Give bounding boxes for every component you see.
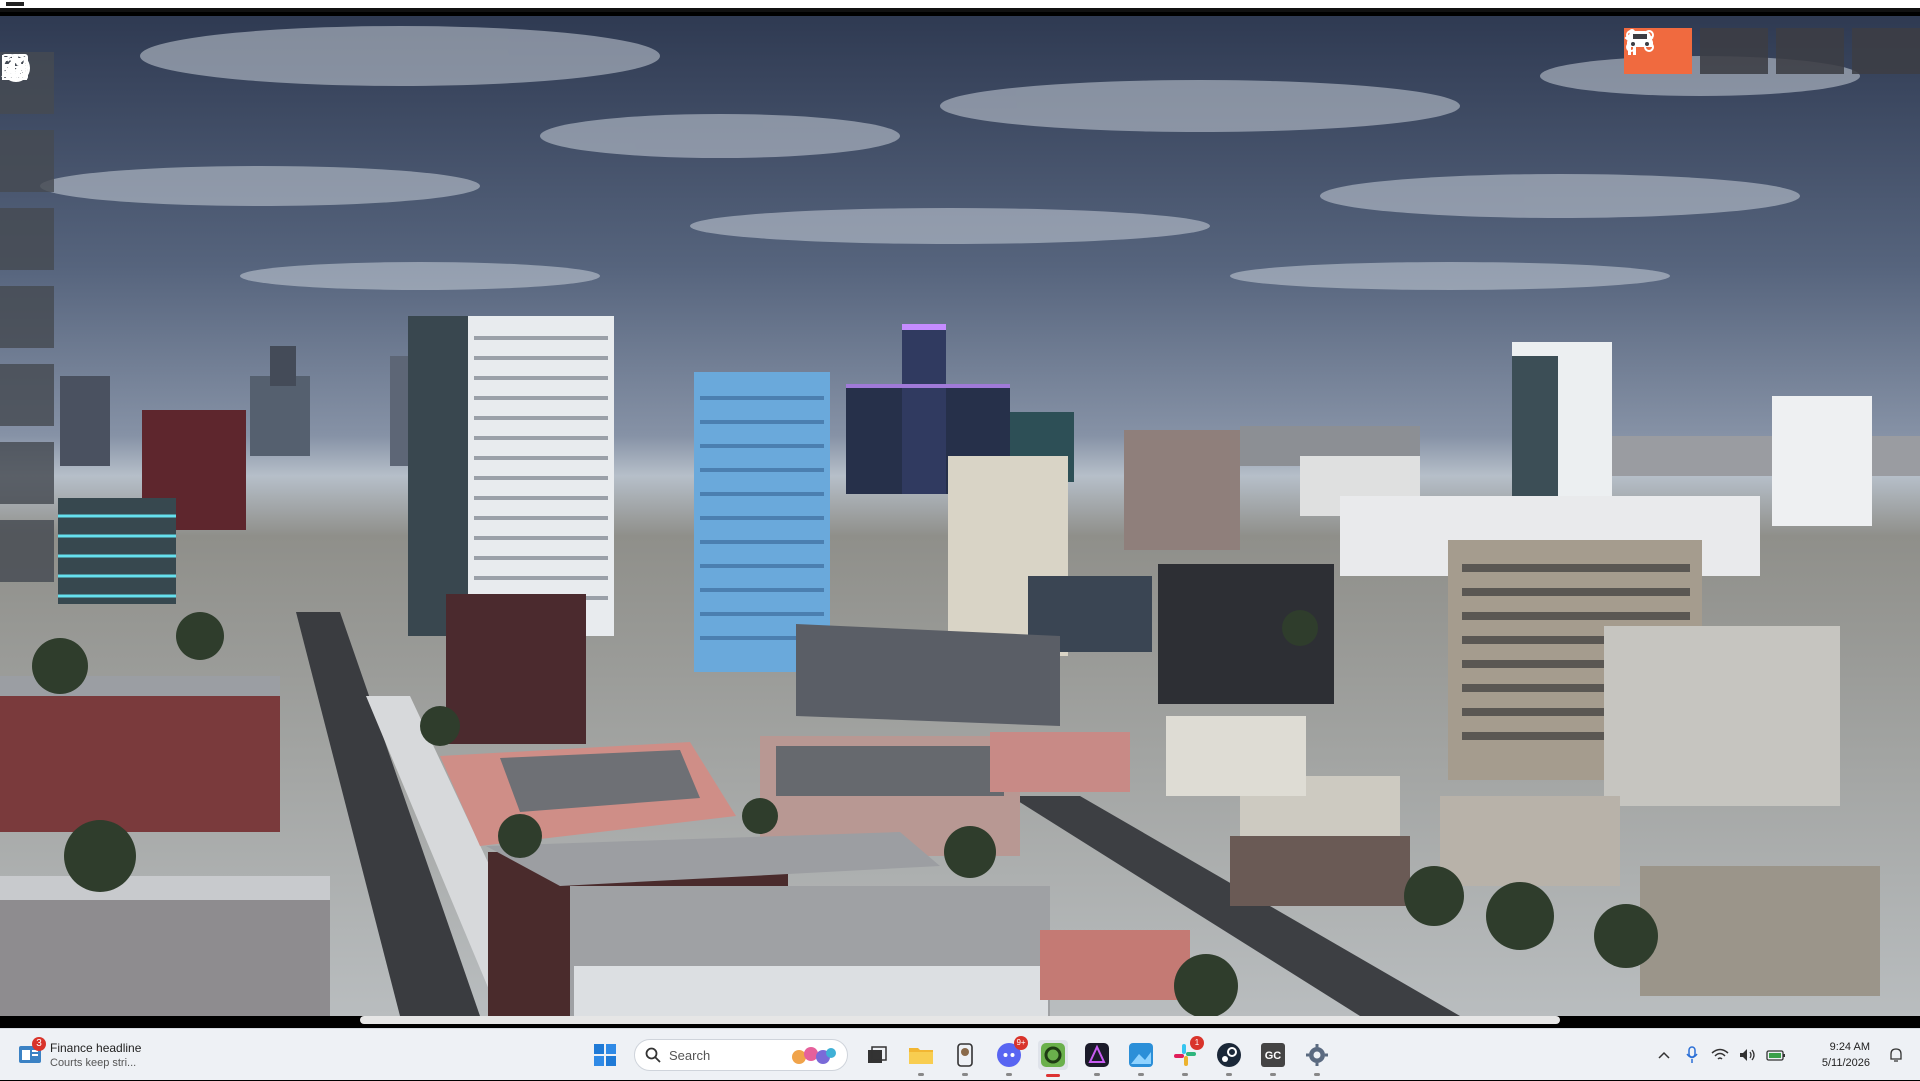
- window-top-strip: [0, 0, 1920, 12]
- affinity-icon: [1085, 1043, 1109, 1067]
- settings-icon: [1306, 1044, 1328, 1066]
- taskbar-app-active-ring[interactable]: [1038, 1040, 1068, 1077]
- notification-bell-icon: [1890, 1048, 1902, 1062]
- running-indicator: [1314, 1073, 1320, 1076]
- volume-icon: [1740, 1049, 1755, 1061]
- window-menu-mark: [6, 2, 24, 6]
- running-indicator: [962, 1073, 968, 1076]
- car-mode-button[interactable]: [1627, 28, 1920, 74]
- clock-date: 5/11/2026: [1821, 1057, 1870, 1069]
- news-headline: Finance headline: [50, 1041, 142, 1055]
- phone-link-icon: [957, 1043, 973, 1067]
- terrain-brush-button[interactable]: [0, 55, 54, 348]
- running-indicator: [1182, 1073, 1188, 1076]
- task-view-button[interactable]: [862, 1040, 892, 1070]
- running-indicator: [1270, 1073, 1276, 1076]
- battery-button[interactable]: [1764, 1043, 1788, 1067]
- windows-logo-icon: [594, 1044, 616, 1066]
- news-badge: 3: [32, 1037, 46, 1051]
- city-3d-viewport[interactable]: [0, 16, 1920, 1016]
- tool-rail: [0, 52, 54, 598]
- system-tray: 9:24 AM 5/11/2026: [1650, 1029, 1920, 1081]
- view-mode-button[interactable]: [1624, 28, 1768, 74]
- start-button[interactable]: [590, 1040, 620, 1070]
- volume-button[interactable]: [1736, 1043, 1760, 1067]
- show-hidden-icons-button[interactable]: [1652, 1043, 1676, 1067]
- running-indicator: [1138, 1073, 1144, 1076]
- news-subtitle: Courts keep stri...: [50, 1057, 137, 1069]
- lighting-button[interactable]: [0, 54, 54, 270]
- layers-list-button[interactable]: [0, 57, 54, 426]
- task-view-icon: [868, 1046, 887, 1063]
- running-indicator: [918, 1073, 924, 1076]
- taskbar-app-file-explorer[interactable]: [906, 1040, 936, 1076]
- wifi-button[interactable]: [1708, 1043, 1732, 1067]
- microphone-icon: [1686, 1046, 1698, 1063]
- taskbar-app-photos[interactable]: [1126, 1040, 1156, 1076]
- car-icon: [1627, 31, 1653, 47]
- slack-badge: 1: [1190, 1036, 1204, 1050]
- camera-aperture-button[interactable]: [0, 54, 54, 192]
- news-widget[interactable]: 3 Finance headline Courts keep stri...: [18, 1037, 218, 1077]
- app-ring-icon: [1041, 1043, 1065, 1067]
- clouds: [40, 26, 1860, 290]
- battery-charging-icon: [1766, 1050, 1785, 1061]
- gc-icon: GC: [1261, 1043, 1285, 1067]
- taskbar-app-steam[interactable]: [1214, 1040, 1244, 1076]
- gc-label: GC: [1265, 1050, 1282, 1062]
- taskbar-app-affinity[interactable]: [1082, 1040, 1112, 1076]
- analytics-button[interactable]: [0, 55, 54, 504]
- pedestrian-mode-button[interactable]: [1628, 28, 1844, 74]
- search-highlight-icon: [792, 1047, 836, 1064]
- running-indicator: [1094, 1073, 1100, 1076]
- taskbar-app-slack[interactable]: 1: [1170, 1036, 1204, 1076]
- viewport-scroll-handle[interactable]: [360, 1016, 1560, 1024]
- camera-mode-bar: [1624, 28, 1920, 74]
- photos-icon: [1129, 1043, 1153, 1067]
- taskbar-app-discord[interactable]: 9+: [994, 1036, 1028, 1076]
- taskbar-search[interactable]: Search: [634, 1039, 848, 1071]
- taskbar-center: Search 9+ 1 GC: [590, 1029, 1332, 1081]
- city-scene: [0, 26, 1920, 1016]
- search-placeholder: Search: [669, 1047, 711, 1063]
- music-icon: [2, 54, 28, 80]
- wifi-icon: [1711, 1048, 1729, 1060]
- running-indicator: [1226, 1073, 1232, 1076]
- steam-icon: [1217, 1043, 1241, 1067]
- chevron-up-icon: [1658, 1051, 1670, 1059]
- audio-button[interactable]: [0, 54, 54, 582]
- discord-badge: 9+: [1014, 1036, 1028, 1050]
- running-indicator: [1006, 1073, 1012, 1076]
- clock[interactable]: 9:24 AM 5/11/2026: [1798, 1039, 1870, 1071]
- search-icon: [645, 1047, 661, 1063]
- microphone-button[interactable]: [1680, 1043, 1704, 1067]
- taskbar-app-phone-link[interactable]: [950, 1040, 980, 1076]
- file-explorer-icon: [909, 1048, 933, 1064]
- taskbar-app-settings[interactable]: [1302, 1040, 1332, 1076]
- notifications-button[interactable]: [1884, 1043, 1908, 1067]
- taskbar-app-gc[interactable]: GC: [1258, 1040, 1288, 1076]
- clock-time: 9:24 AM: [1829, 1041, 1870, 1053]
- windows-taskbar: 3 Finance headline Courts keep stri... S…: [0, 1028, 1920, 1080]
